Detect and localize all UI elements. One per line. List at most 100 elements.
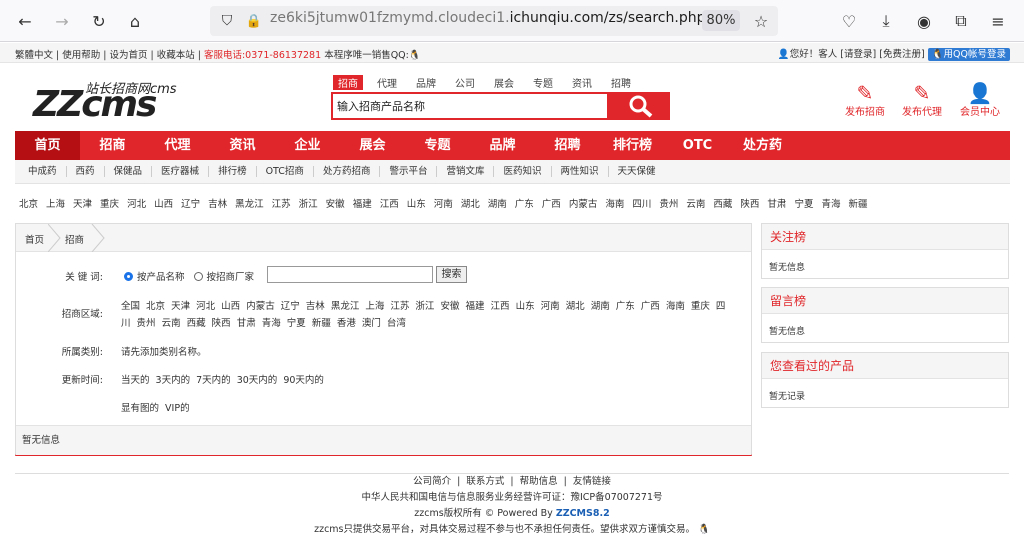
city-link[interactable]: 河南 [434,196,453,210]
city-link[interactable]: 宁夏 [794,196,813,210]
city-link[interactable]: 上海 [46,196,65,210]
region-links-line2[interactable]: 川 贵州 云南 西藏 陕西 甘肃 青海 宁夏 新疆 香港 澳门 台湾 [121,315,406,329]
breadcrumb-home[interactable]: 首页 [25,232,44,246]
city-link[interactable]: 天津 [73,196,92,210]
city-link[interactable]: 安徽 [326,196,345,210]
city-link[interactable]: 海南 [605,196,624,210]
nav-daili[interactable]: 代理 [145,131,210,160]
nav-home[interactable]: 首页 [15,131,80,160]
extensions-icon[interactable]: ⧉ [950,10,972,32]
qq-penguin-icon[interactable]: 🐧 [409,50,421,61]
nav-zhaopin[interactable]: 招聘 [535,131,600,160]
city-link[interactable]: 广西 [542,196,561,210]
footer-links[interactable]: 公司简介 | 联系方式 | 帮助信息 | 友情链接 [0,474,1024,490]
radio-by-manufacturer[interactable] [193,272,203,281]
post-zhaoshang-link[interactable]: ✎ 发布招商 [842,83,888,118]
city-link[interactable]: 辽宁 [181,196,200,210]
nav-zixun[interactable]: 资讯 [210,131,275,160]
city-link[interactable]: 湖北 [461,196,480,210]
subnav-item[interactable]: OTC招商 [257,166,314,177]
form-search-button[interactable]: 搜索 [436,266,467,283]
home-icon[interactable]: ⌂ [124,10,146,32]
city-link[interactable]: 四川 [632,196,651,210]
city-link[interactable]: 江苏 [272,196,291,210]
subnav-item[interactable]: 中成药 [15,166,67,177]
search-tab-pinpai[interactable]: 品牌 [416,75,436,90]
subnav-item[interactable]: 天天保健 [609,166,665,177]
nav-qiye[interactable]: 企业 [275,131,340,160]
search-tab-zhaoshang[interactable]: 招商 [333,75,363,90]
region-links-line1[interactable]: 全国 北京 天津 河北 山西 内蒙古 辽宁 吉林 黑龙江 上海 江苏 浙江 安徽… [121,298,725,312]
subnav-item[interactable]: 两性知识 [552,166,609,177]
shield-icon[interactable]: ⛉ [216,10,238,32]
zoom-level[interactable]: 80% [702,10,740,31]
filter-links[interactable]: 显有图的 VIP的 [121,400,190,414]
city-link[interactable]: 山西 [154,196,173,210]
city-link[interactable]: 福建 [353,196,372,210]
radio-by-product[interactable] [124,272,133,281]
city-link[interactable]: 甘肃 [767,196,786,210]
top-links[interactable]: 繁體中文 | 使用帮助 | 设为首页 | 收藏本站 | [15,50,201,61]
city-link[interactable]: 贵州 [659,196,678,210]
register-link[interactable]: [免费注册] [879,49,924,60]
city-link[interactable]: 云南 [686,196,705,210]
subnav-item[interactable]: 西药 [67,166,105,177]
menu-icon[interactable]: ≡ [987,10,1009,32]
city-link[interactable]: 新疆 [848,196,867,210]
footer-brand[interactable]: ZZCMS8.2 [556,508,610,519]
search-tab-zhanhui[interactable]: 展会 [494,75,514,90]
forward-icon[interactable]: → [51,10,73,32]
post-daili-link[interactable]: ✎ 发布代理 [899,83,945,118]
search-tab-daili[interactable]: 代理 [377,75,397,90]
subnav-item[interactable]: 处方药招商 [314,166,381,177]
insecure-lock-icon[interactable]: 🔒 [243,10,265,32]
city-link[interactable]: 青海 [821,196,840,210]
back-icon[interactable]: ← [14,10,36,32]
site-logo[interactable]: 站长招商网cms ZZcms [15,78,195,123]
nav-zhaoshang[interactable]: 招商 [80,131,145,160]
bookmark-star-icon[interactable]: ☆ [750,10,772,32]
city-link[interactable]: 西藏 [713,196,732,210]
nav-pinpai[interactable]: 品牌 [470,131,535,160]
subnav-item[interactable]: 医药知识 [494,166,552,177]
search-tab-gongsi[interactable]: 公司 [455,75,475,90]
subnav-item[interactable]: 医疗器械 [152,166,210,177]
nav-chufangyao[interactable]: 处方药 [730,131,795,160]
search-input[interactable] [333,94,607,118]
city-link[interactable]: 北京 [19,196,38,210]
nav-zhanhui[interactable]: 展会 [340,131,405,160]
qq-penguin-icon[interactable]: 🐧 [698,524,710,535]
search-button[interactable] [612,92,670,120]
radio-by-product-label[interactable]: 按产品名称 [137,272,185,283]
subnav-item[interactable]: 保健品 [105,166,153,177]
qq-login-button[interactable]: 🐧用QQ帐号登录 [927,48,1010,61]
search-tab-zhaopin[interactable]: 招聘 [611,75,631,90]
pocket-icon[interactable]: ♡ [838,10,860,32]
subnav-item[interactable]: 营销文库 [437,166,495,177]
search-tab-zhuanti[interactable]: 专题 [533,75,553,90]
city-link[interactable]: 河北 [127,196,146,210]
city-link[interactable]: 重庆 [100,196,119,210]
city-link[interactable]: 江西 [380,196,399,210]
reload-icon[interactable]: ↻ [88,10,110,32]
city-link[interactable]: 广东 [515,196,534,210]
account-icon[interactable]: ◉ [913,10,935,32]
city-link[interactable]: 湖南 [488,196,507,210]
city-link[interactable]: 陕西 [740,196,759,210]
login-link[interactable]: [请登录] [840,49,876,60]
city-link[interactable]: 内蒙古 [569,196,598,210]
breadcrumb-current[interactable]: 招商 [65,232,84,246]
subnav-item[interactable]: 排行榜 [209,166,257,177]
city-link[interactable]: 山东 [407,196,426,210]
nav-zhuanti[interactable]: 专题 [405,131,470,160]
nav-paihangbang[interactable]: 排行榜 [600,131,665,160]
search-tab-zixun[interactable]: 资讯 [572,75,592,90]
nav-otc[interactable]: OTC [665,131,730,160]
update-time-links[interactable]: 当天的 3天内的 7天内的 30天内的 90天内的 [121,372,324,386]
city-link[interactable]: 黑龙江 [235,196,264,210]
radio-by-manufacturer-label[interactable]: 按招商厂家 [207,272,255,283]
url-text[interactable]: ze6ki5jtumw01fzmymd.cloudeci1.ichunqiu.c… [270,10,705,26]
member-center-link[interactable]: 👤 会员中心 [957,83,1003,118]
keyword-input[interactable] [267,266,433,283]
subnav-item[interactable]: 警示平台 [380,166,438,177]
